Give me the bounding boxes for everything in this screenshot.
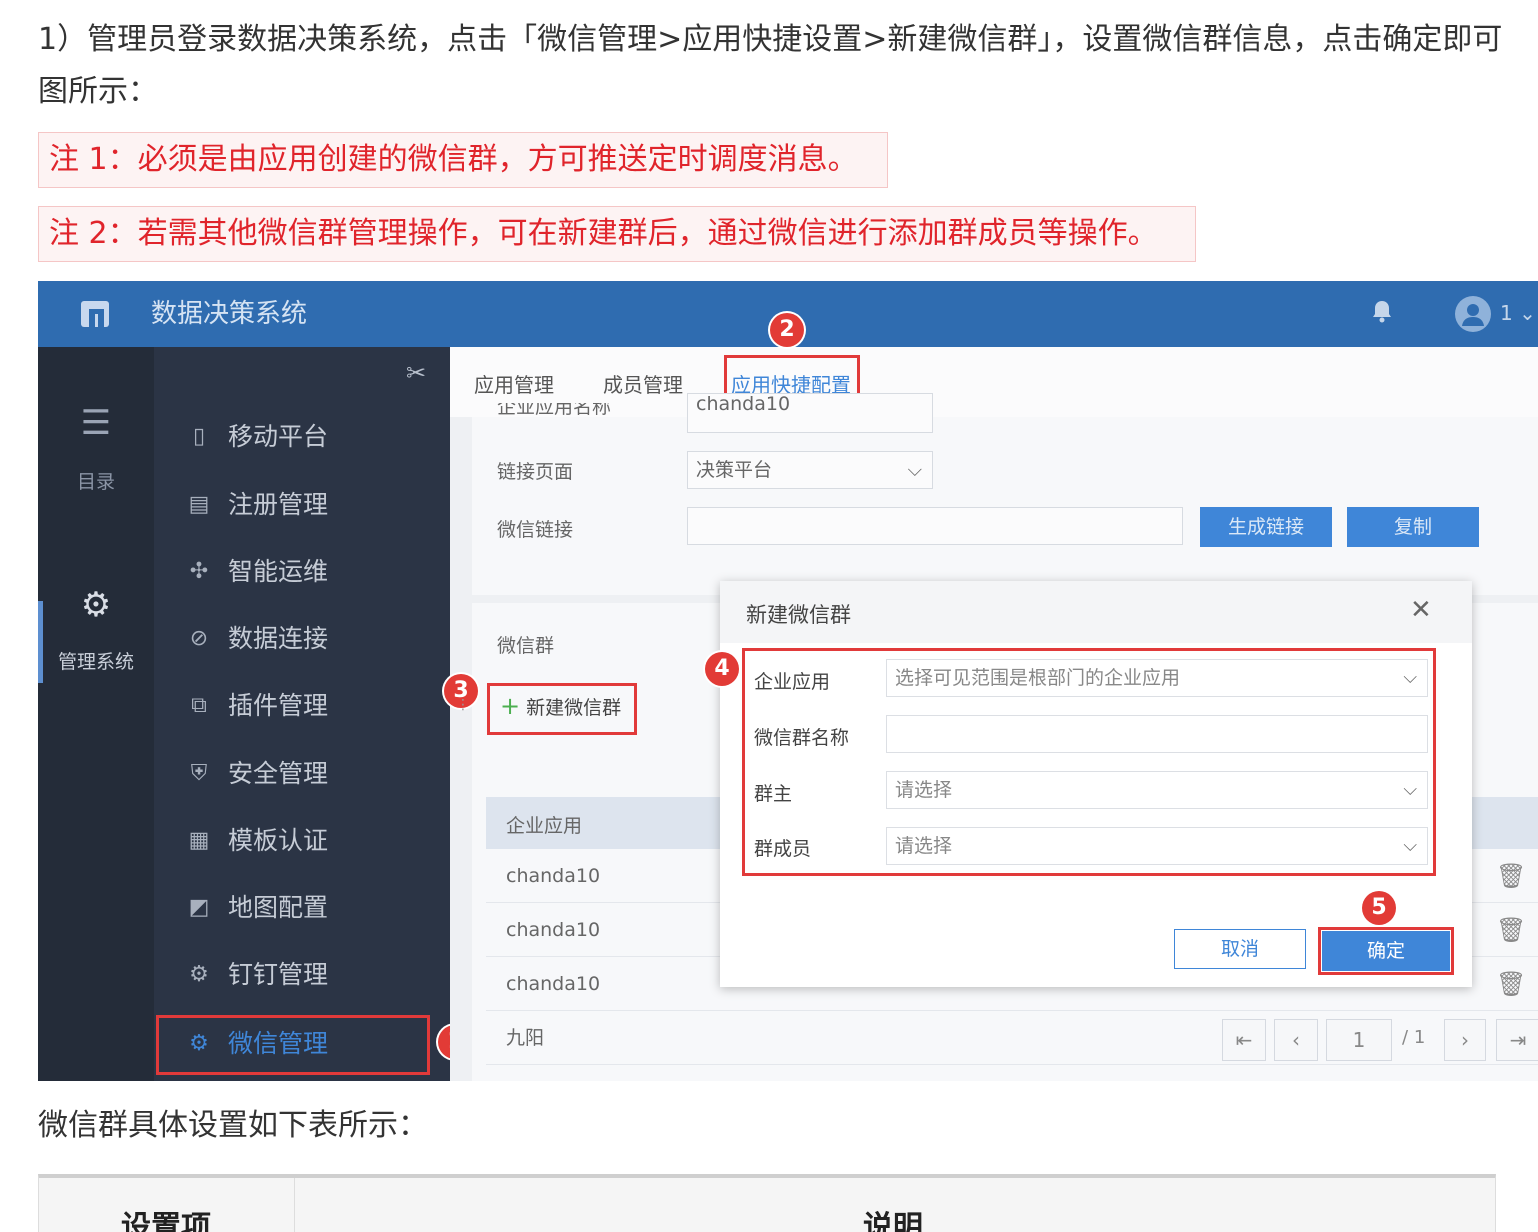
menu-item-plugin[interactable]: ⧉ 插件管理 <box>154 676 450 736</box>
link-page-select[interactable]: 决策平台 ⌵ <box>687 451 933 489</box>
intro-line-1: 1）管理员登录数据决策系统，点击「微信管理>应用快捷设置>新建微信群」，设置微信… <box>38 22 1503 57</box>
first-page-button[interactable]: ⇤ <box>1222 1019 1266 1061</box>
intro-text: 1）管理员登录数据决策系统，点击「微信管理>应用快捷设置>新建微信群」，设置微信… <box>38 14 1538 118</box>
side-menu: ✂ ▯ 移动平台 ▤ 注册管理 ✣ 智能运维 ⊘ 数据连接 ⧉ 插件管理 ⛨ 安全管理 ▦ 模… <box>154 347 450 1081</box>
wechat-link-field[interactable] <box>687 507 1183 545</box>
map-icon: ◩ <box>188 895 210 920</box>
link-page-label: 链接页面 <box>497 461 574 483</box>
menu-item-security[interactable]: ⛨ 安全管理 <box>154 744 450 804</box>
step-badge-5: 5 <box>1362 891 1396 925</box>
trash-icon[interactable]: 🗑 <box>1496 849 1526 903</box>
template-icon: ▦ <box>188 828 210 853</box>
user-avatar-icon[interactable] <box>1455 296 1491 332</box>
highlight-box-1 <box>156 1015 430 1075</box>
new-group-dialog: 新建微信群 ✕ 企业应用 选择可见范围是根部门的企业应用 ⌵ 微信群名称 群主 请… <box>720 581 1472 987</box>
config-panel: 企业应用名称 chanda10 链接页面 决策平台 ⌵ 微信链接 生成链接 复制 <box>472 393 1538 595</box>
rail-item-catalog[interactable]: ☰ 目录 <box>38 403 154 494</box>
menu-item-template[interactable]: ▦ 模板认证 <box>154 811 450 871</box>
tab-app-management[interactable]: 应用管理 <box>474 369 554 398</box>
dialog-title: 新建微信群 <box>746 603 851 627</box>
next-page-button[interactable]: › <box>1444 1019 1486 1061</box>
app-name-field[interactable]: chanda10 <box>687 393 933 433</box>
dialog-header: 新建微信群 ✕ <box>720 581 1472 643</box>
menu-item-map[interactable]: ◩ 地图配置 <box>154 878 450 938</box>
table-intro-text: 微信群具体设置如下表所示： <box>38 1108 428 1143</box>
ops-icon: ✣ <box>189 559 209 584</box>
app-name-label: 企业应用名称 <box>497 403 612 418</box>
plugin-icon: ⧉ <box>191 693 207 718</box>
chevron-down-icon: ⌵ <box>907 459 922 481</box>
list-icon: ☰ <box>80 403 112 443</box>
trash-icon[interactable]: 🗑 <box>1496 903 1526 957</box>
step-badge-2: 2 <box>770 313 804 347</box>
generate-link-button[interactable]: 生成链接 <box>1200 507 1332 547</box>
bell-icon[interactable] <box>1371 299 1393 329</box>
column-divider <box>294 1178 295 1232</box>
trash-icon[interactable]: 🗑 <box>1496 957 1526 1011</box>
menu-item-register[interactable]: ▤ 注册管理 <box>154 475 450 535</box>
note-2: 注 2：若需其他微信群管理操作，可在新建群后，通过微信进行添加群成员等操作。 <box>38 206 1196 262</box>
rail-item-label: 管理系统 <box>57 651 134 673</box>
shield-icon: ⛨ <box>190 761 208 786</box>
rail-item-label: 目录 <box>76 471 115 493</box>
rail-item-management[interactable]: ⚙ 管理系统 <box>38 585 154 674</box>
menu-item-data-connection[interactable]: ⊘ 数据连接 <box>154 609 450 669</box>
drag-handle-icon[interactable]: ⋮ <box>456 697 470 713</box>
menu-item-mobile[interactable]: ▯ 移动平台 <box>154 407 450 467</box>
gear-icon: ⚙ <box>80 585 112 625</box>
step-badge-4: 4 <box>705 652 739 686</box>
user-name[interactable]: 1 ⌄ <box>1500 301 1536 325</box>
page-number-input[interactable]: 1 <box>1326 1019 1392 1061</box>
close-icon[interactable]: ✕ <box>1410 595 1432 625</box>
logo-icon <box>76 297 114 331</box>
table-header-description: 说明 <box>863 1210 923 1232</box>
chevron-down-icon: ⌄ <box>1519 301 1536 325</box>
gear-icon: ⚙ <box>189 962 209 987</box>
page-total: / 1 <box>1402 1027 1426 1048</box>
pin-icon[interactable]: ✂ <box>406 359 426 387</box>
highlight-box-5 <box>1318 927 1454 975</box>
menu-item-ops[interactable]: ✣ 智能运维 <box>154 542 450 602</box>
wechat-group-section-label: 微信群 <box>497 635 555 657</box>
wechat-link-label: 微信链接 <box>497 519 574 541</box>
link-icon: ⊘ <box>189 626 209 651</box>
note-1: 注 1：必须是由应用创建的微信群，方可推送定时调度消息。 <box>38 132 888 188</box>
mobile-icon: ▯ <box>192 424 206 449</box>
table-header-setting: 设置项 <box>121 1210 211 1232</box>
prev-page-button[interactable]: ‹ <box>1274 1019 1318 1061</box>
cancel-button[interactable]: 取消 <box>1174 929 1306 969</box>
copy-button[interactable]: 复制 <box>1347 507 1479 547</box>
settings-table: 设置项 说明 <box>38 1174 1496 1232</box>
register-icon: ▤ <box>188 492 210 517</box>
app-title: 数据决策系统 <box>151 299 308 329</box>
last-page-button[interactable]: ⇥ <box>1496 1019 1538 1061</box>
menu-item-dingtalk[interactable]: ⚙ 钉钉管理 <box>154 945 450 1005</box>
left-rail: ☰ 目录 ⚙ 管理系统 <box>38 347 154 1081</box>
tab-bar: 应用管理 成员管理 应用快捷配置 <box>450 347 1538 417</box>
intro-line-2: 图所示： <box>38 74 158 109</box>
highlight-box-3 <box>487 683 637 735</box>
column-header-app: 企业应用 <box>506 815 583 837</box>
highlight-box-4 <box>742 648 1436 876</box>
tab-member-management[interactable]: 成员管理 <box>603 369 683 398</box>
app-screenshot: 数据决策系统 1 ⌄ ☰ 目录 ⚙ 管理系统 ✂ ▯ 移动平台 ▤ 注册管理 ✣ 智能… <box>38 281 1538 1081</box>
